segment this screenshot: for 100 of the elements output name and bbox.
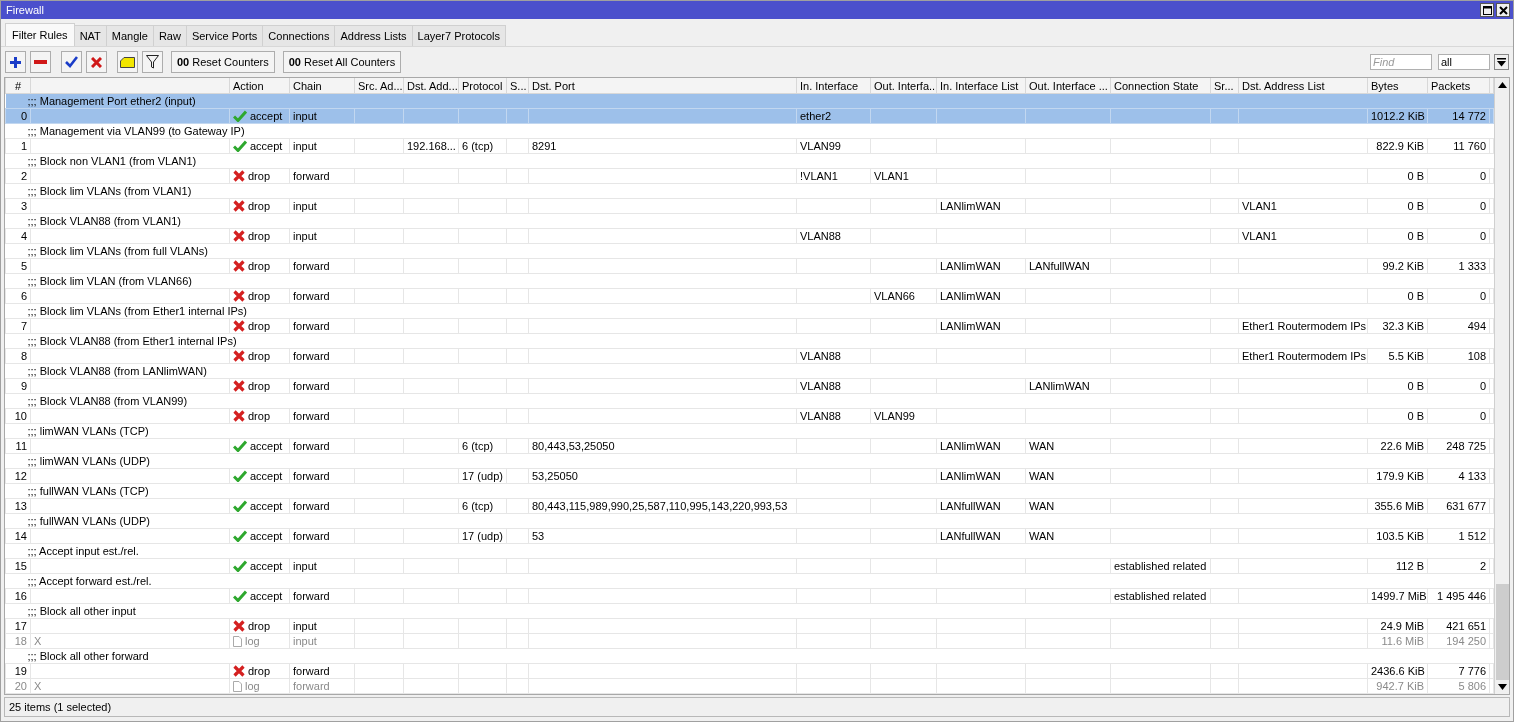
tab[interactable]: Address Lists [334,25,413,46]
disable-button[interactable] [86,51,107,73]
table-cell: 32.3 KiB [1367,318,1428,334]
table-cell: forward [289,408,355,424]
close-button[interactable] [1496,3,1510,17]
table-cell: 5 [5,258,31,274]
action-label: drop [248,259,271,273]
reset-counters-button[interactable]: 00 Reset Counters [171,51,275,73]
column-header[interactable]: Dst. Address List [1238,78,1368,94]
column-header[interactable]: Bytes [1367,78,1428,94]
column-header[interactable]: Out. Interface ... [1025,78,1111,94]
table-cell: 6 [5,288,31,304]
table-cell: 20 [5,678,31,694]
table-cell: 5.5 KiB [1367,348,1428,364]
table-cell: 10 [5,408,31,424]
cross-icon [233,260,245,272]
find-field[interactable]: Find [1370,54,1432,70]
check-icon [233,140,247,152]
filter-dropdown[interactable]: all [1438,54,1490,70]
table-cell: 6 (tcp) [458,438,507,454]
action-label: drop [248,379,271,393]
reset-counters-button[interactable]: 00 Reset All Counters [282,51,402,73]
table-cell: 631 677 [1427,498,1490,514]
table-cell: 22.6 MiB [1367,438,1428,454]
table-cell: 494 [1427,318,1490,334]
column-header[interactable]: In. Interface List [936,78,1026,94]
column-header[interactable]: Sr... [1210,78,1239,94]
rule-comment: ;;; fullWAN VLANs (UDP) [5,513,1494,529]
tab[interactable]: Filter Rules [5,23,75,46]
rule-comment: ;;; Block lim VLANs (from VLAN1) [5,183,1494,199]
column-header[interactable]: Dst. Port [528,78,797,94]
column-header[interactable]: Out. Interfa... [870,78,937,94]
table-cell: 4 133 [1427,468,1490,484]
table-cell: 103.5 KiB [1367,528,1428,544]
enable-button[interactable] [61,51,82,73]
table-cell: 17 [5,618,31,634]
column-header[interactable]: Connection State [1110,78,1211,94]
table-cell: 8291 [528,138,797,154]
cross-icon [233,665,245,677]
action-label: accept [250,109,283,123]
cross-icon [233,200,245,212]
tab[interactable]: Service Ports [185,25,264,46]
table-cell: 1499.7 MiB [1367,588,1428,604]
column-header[interactable]: # [5,78,31,94]
action-label: drop [248,229,271,243]
comment-button[interactable] [117,51,138,73]
remove-button[interactable] [30,51,51,73]
rule-comment: ;;; Block lim VLANs (from Ether1 internal IPs) [5,303,1494,319]
check-icon [233,440,247,452]
table-cell: 0 B [1367,288,1428,304]
table-cell: X [30,678,230,694]
column-header[interactable]: Action [229,78,290,94]
action-label: accept [250,469,283,483]
column-header[interactable]: Packets [1427,78,1490,94]
tab[interactable]: Layer7 Protocols [411,25,507,46]
filter-button[interactable] [142,51,163,73]
tab[interactable]: Connections [262,25,336,46]
table-cell: 0 B [1367,198,1428,214]
rule-comment: ;;; Block lim VLAN (from VLAN66) [5,273,1494,289]
action-label: accept [250,589,283,603]
status-bar: 25 items (1 selected) [4,697,1510,717]
table-cell: forward [289,468,355,484]
add-button[interactable] [5,51,26,73]
action-label: log [245,634,260,648]
column-header[interactable]: Dst. Add... [403,78,459,94]
column-header[interactable]: In. Interface [796,78,871,94]
table-cell: 421 651 [1427,618,1490,634]
column-header[interactable]: S... [506,78,529,94]
table-cell: 17 (udp) [458,468,507,484]
table-cell: VLAN88 [796,348,871,364]
check-icon [233,590,247,602]
scrollbar[interactable] [1494,78,1509,694]
table-cell: 0 [1427,228,1490,244]
table-cell: input [289,618,355,634]
cross-icon [233,170,245,182]
column-header[interactable]: Protocol [458,78,507,94]
action-label: drop [248,619,271,633]
table-cell: 192.168... [403,138,459,154]
action-label: accept [250,559,283,573]
table-cell: VLAN88 [796,408,871,424]
table-cell: 194 250 [1427,633,1490,649]
tab[interactable]: Mangle [105,25,154,46]
dropdown-button[interactable] [1494,54,1509,70]
rule-comment: ;;; Block all other forward [5,648,1494,664]
table-cell: 0 B [1367,228,1428,244]
action-label: accept [250,499,283,513]
table-cell: 0 [1427,378,1490,394]
action-label: drop [248,409,271,423]
table-cell: 0 [1427,168,1490,184]
table-cell: 2 [1427,558,1490,574]
table-cell: 80,443,115,989,990,25,587,110,995,143,220,993,53 [528,498,797,514]
table-cell: LANlimWAN [936,288,1026,304]
scrollbar-thumb[interactable] [1495,584,1509,680]
maximize-button[interactable] [1480,3,1494,17]
tab[interactable]: NAT [73,25,107,46]
column-header[interactable]: Chain [289,78,355,94]
table-cell: WAN [1025,468,1111,484]
column-header[interactable]: Src. Ad... [354,78,404,94]
table-cell: 2 [5,168,31,184]
tab[interactable]: Raw [152,25,187,46]
